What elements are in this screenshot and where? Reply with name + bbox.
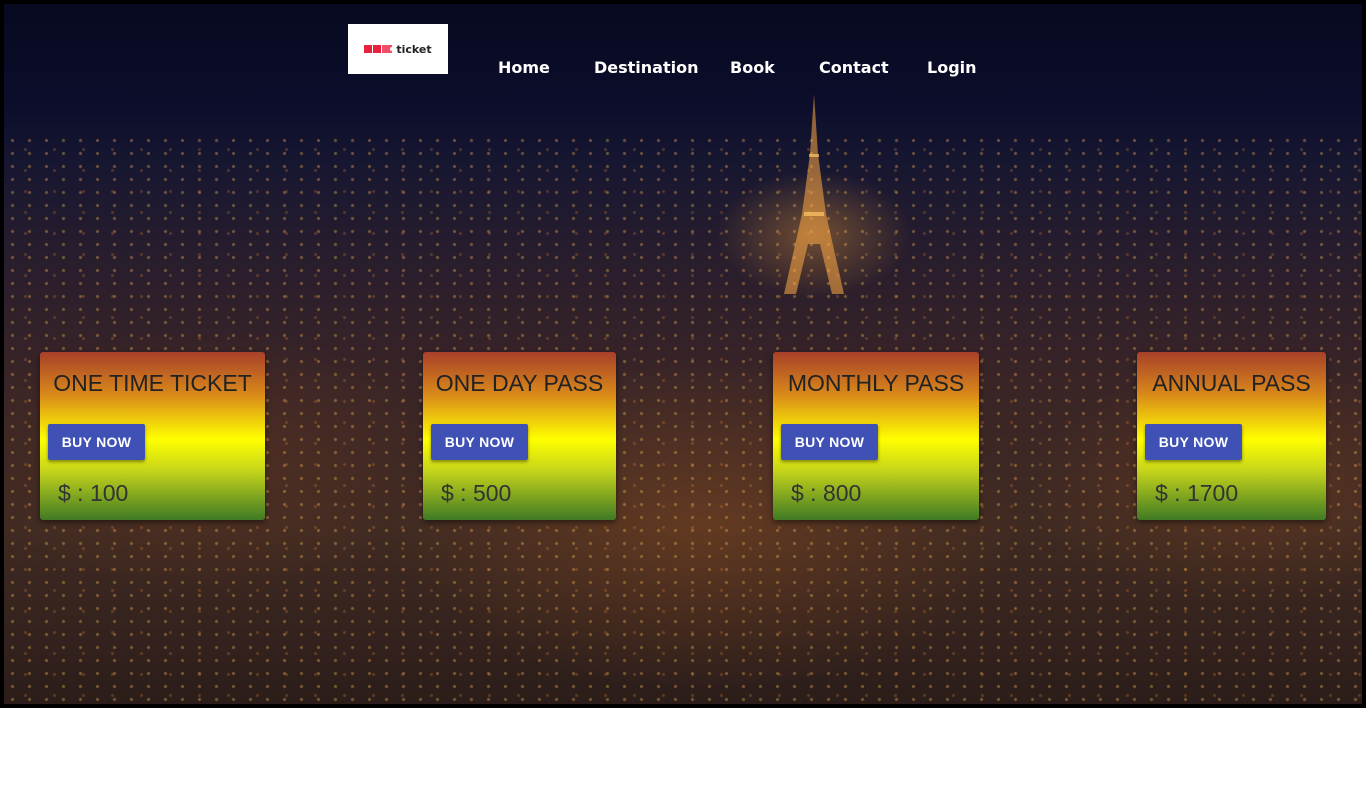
ticket-icon (364, 45, 393, 53)
card-title: ANNUAL PASS (1152, 370, 1311, 396)
logo-text: ticket (396, 42, 432, 56)
buy-now-button[interactable]: BUY NOW (48, 424, 145, 460)
card-title: ONE DAY PASS (435, 370, 604, 396)
buy-now-button[interactable]: BUY NOW (781, 424, 878, 460)
nav-book[interactable]: Book (730, 58, 775, 77)
ticket-card-annual: ANNUAL PASS BUY NOW $ : 1700 (1137, 352, 1326, 520)
logo[interactable]: ticket (348, 24, 448, 74)
ticket-card-one-time: ONE TIME TICKET BUY NOW $ : 100 (40, 352, 265, 520)
nav-login[interactable]: Login (927, 58, 977, 77)
card-title: MONTHLY PASS (787, 370, 965, 396)
card-price: $ : 800 (791, 480, 862, 506)
nav-destination[interactable]: Destination (594, 58, 699, 77)
card-price: $ : 100 (58, 480, 129, 506)
nav-home[interactable]: Home (498, 58, 550, 77)
ticket-card-one-day: ONE DAY PASS BUY NOW $ : 500 (423, 352, 616, 520)
card-price: $ : 1700 (1155, 480, 1239, 506)
buy-now-button[interactable]: BUY NOW (1145, 424, 1242, 460)
hero-section: ticket Home Destination Book Contact Log… (0, 0, 1366, 708)
buy-now-button[interactable]: BUY NOW (431, 424, 528, 460)
eiffel-tower-graphic (784, 94, 844, 294)
card-title: ONE TIME TICKET (53, 370, 252, 396)
card-price: $ : 500 (441, 480, 512, 506)
nav-contact[interactable]: Contact (819, 58, 889, 77)
ticket-card-monthly: MONTHLY PASS BUY NOW $ : 800 (773, 352, 979, 520)
